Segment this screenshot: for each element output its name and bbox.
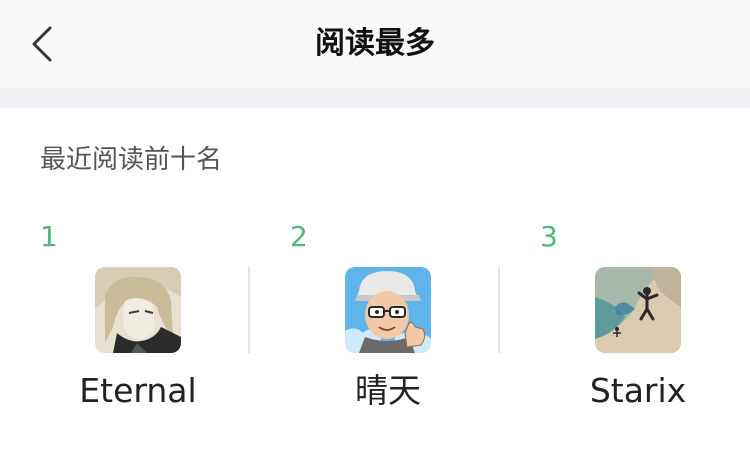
rank-number: 3 (540, 220, 558, 253)
ranking-item-2[interactable]: 2 晴天 (250, 215, 500, 430)
rank-number: 1 (40, 220, 58, 253)
anime-character-avatar (95, 267, 181, 353)
chevron-left-icon (32, 26, 52, 62)
avatar (345, 267, 431, 353)
cartoon-man-thumbs-up-avatar (345, 267, 431, 353)
page-title: 阅读最多 (315, 26, 435, 61)
user-name: Eternal (79, 371, 197, 410)
avatar (595, 267, 681, 353)
navigation-bar: 阅读最多 (0, 0, 750, 88)
user-name: 晴天 (355, 371, 421, 410)
rank-number: 2 (290, 220, 308, 253)
section-divider (0, 88, 750, 108)
ranking-list: 1 Eternal 2 晴天 3 Starix (0, 215, 750, 430)
user-name: Starix (589, 371, 687, 410)
section-title: 最近阅读前十名 (40, 145, 223, 175)
skydiver-aerial-avatar (595, 267, 681, 353)
back-button[interactable] (0, 0, 84, 88)
ranking-item-3[interactable]: 3 Starix (500, 215, 750, 430)
ranking-item-1[interactable]: 1 Eternal (0, 215, 250, 430)
avatar (95, 267, 181, 353)
